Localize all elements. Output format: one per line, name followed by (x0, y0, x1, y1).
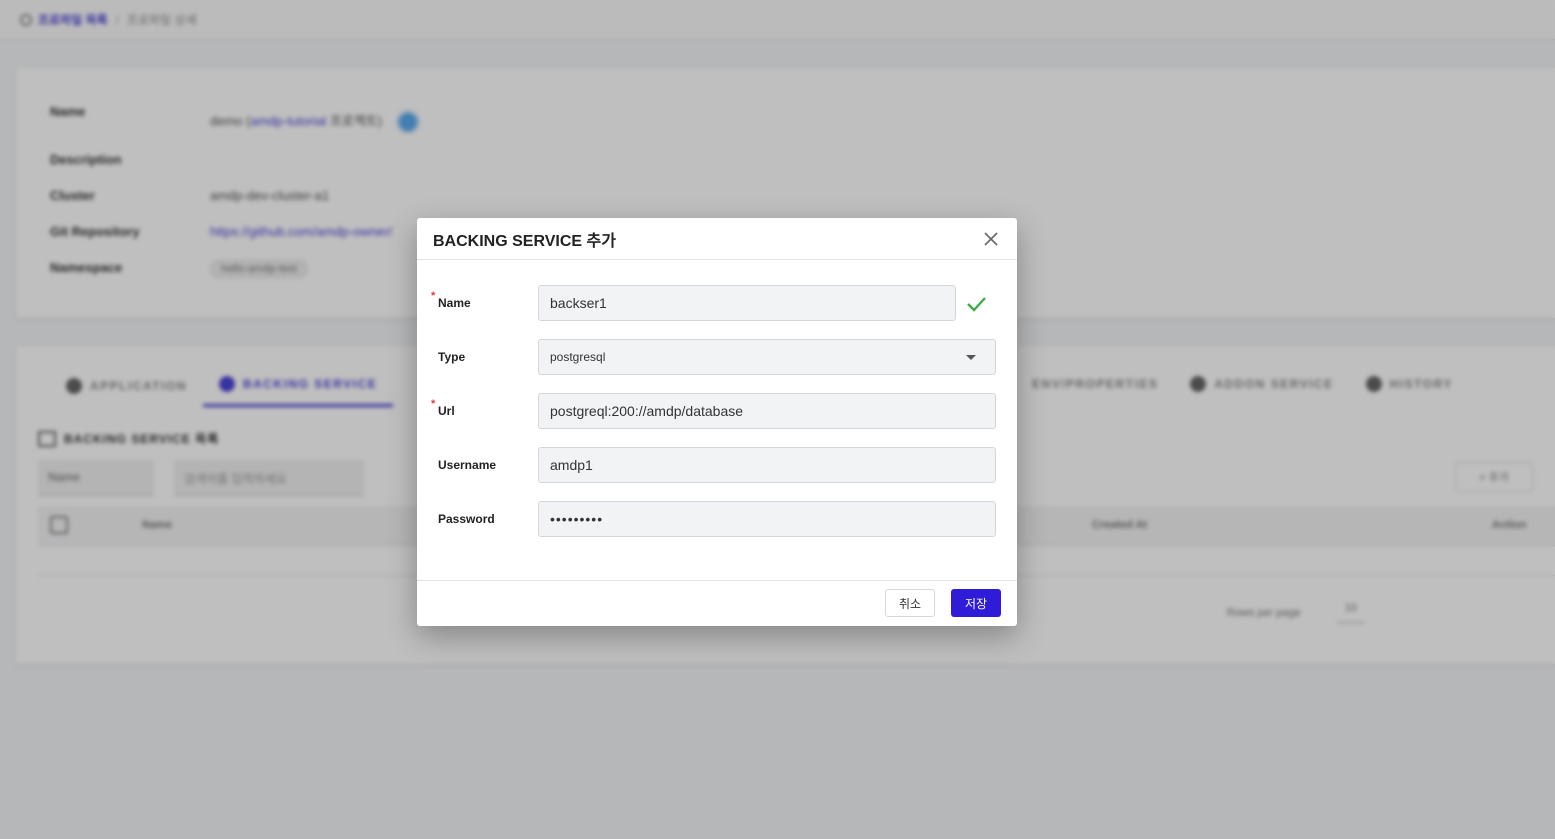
required-mark: * (431, 290, 436, 302)
type-select[interactable]: postgresql (538, 339, 996, 375)
save-button[interactable]: 저장 (951, 589, 1001, 617)
form-row-url: * Url (417, 393, 1017, 429)
dialog-footer: 취소 저장 (417, 580, 1017, 626)
required-mark: * (431, 398, 436, 410)
name-label: Name (438, 296, 471, 310)
username-label: Username (438, 458, 497, 472)
dialog-header: BACKING SERVICE 추가 (417, 218, 1017, 260)
cancel-button[interactable]: 취소 (885, 589, 935, 617)
form-row-type: Type postgresql (417, 339, 1017, 375)
form-row-username: Username (417, 447, 1017, 483)
check-icon (965, 294, 987, 314)
url-input[interactable] (538, 393, 996, 429)
password-label: Password (438, 512, 495, 526)
chevron-down-icon (966, 354, 976, 360)
username-input[interactable] (538, 447, 996, 483)
form-row-password: Password (417, 501, 1017, 537)
dialog-title: BACKING SERVICE 추가 (433, 232, 616, 250)
type-label: Type (438, 350, 466, 364)
password-input[interactable] (538, 501, 996, 537)
add-backing-service-dialog: BACKING SERVICE 추가 * Name Type postgresq… (417, 218, 1017, 626)
url-label: Url (438, 404, 455, 418)
name-input[interactable] (538, 285, 956, 321)
form-row-name: * Name (417, 285, 1017, 321)
close-icon[interactable] (981, 229, 1001, 249)
type-select-value: postgresql (550, 350, 606, 364)
